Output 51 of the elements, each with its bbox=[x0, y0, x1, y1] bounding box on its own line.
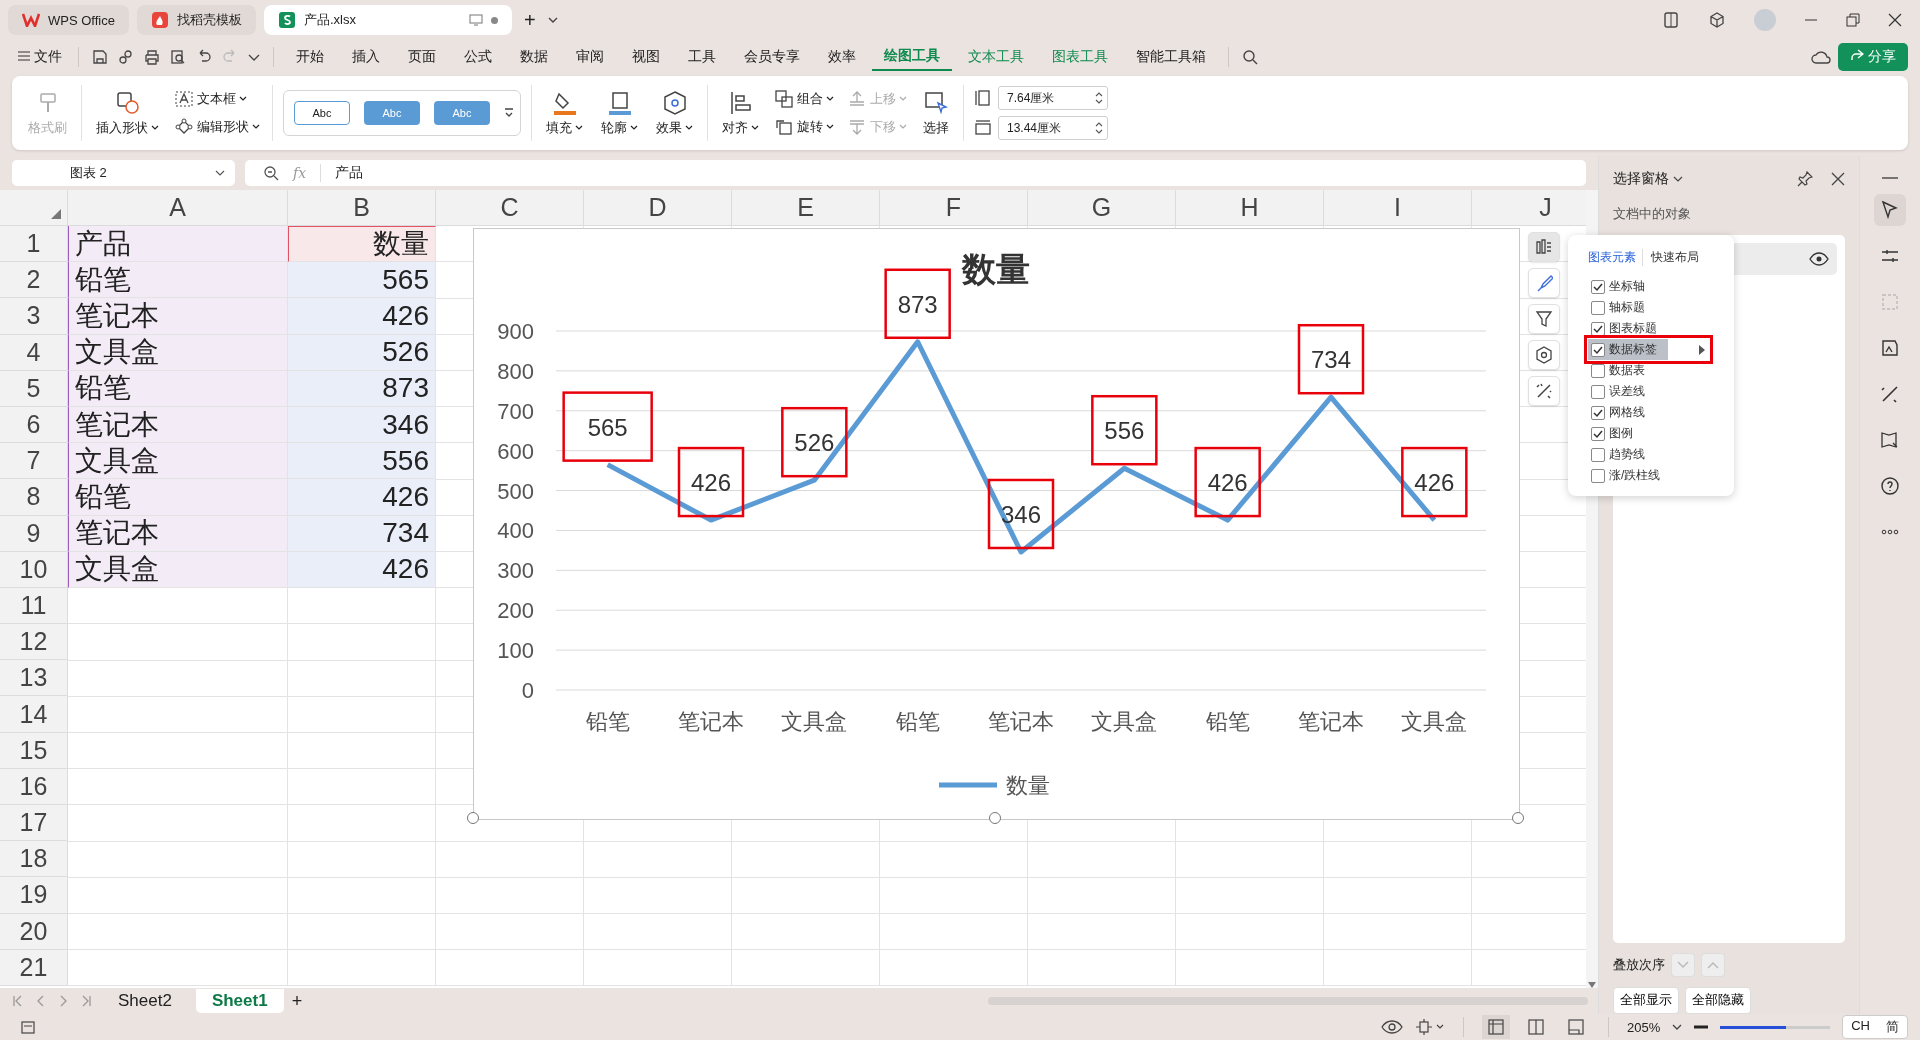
table-cell: 526 bbox=[288, 334, 436, 371]
order-label: 叠放次序 bbox=[1613, 956, 1665, 974]
axis-tick-label: 900 bbox=[497, 319, 534, 344]
table-cell: 556 bbox=[288, 443, 436, 480]
data-label: 734 bbox=[1311, 346, 1351, 374]
table-cell: 文具盒 bbox=[68, 551, 288, 588]
axis-tick-label: 500 bbox=[497, 478, 534, 504]
category-label: 文具盒 bbox=[1091, 709, 1158, 734]
table-cell: 565 bbox=[288, 262, 436, 299]
axis-tick-label: 400 bbox=[497, 518, 534, 544]
axis-tick-label: 800 bbox=[497, 358, 534, 384]
category-label: 文具盒 bbox=[1401, 709, 1468, 734]
category-label: 笔记本 bbox=[678, 709, 744, 734]
table-cell: 铅笔 bbox=[68, 370, 288, 407]
data-label: 873 bbox=[897, 290, 938, 318]
data-label: 556 bbox=[1104, 417, 1145, 445]
table-cell: 346 bbox=[288, 406, 436, 444]
data-label: 426 bbox=[1207, 469, 1248, 497]
axis-tick-label: 0 bbox=[521, 678, 534, 703]
table-cell: 文具盒 bbox=[68, 443, 288, 480]
section-label: 文档中的对象 bbox=[1613, 205, 1692, 223]
axis-tick-label: 100 bbox=[497, 638, 534, 664]
table-cell: 铅笔 bbox=[68, 479, 288, 516]
table-cell: 产品 bbox=[68, 226, 288, 263]
category-label: 笔记本 bbox=[988, 709, 1054, 734]
table-cell: 426 bbox=[288, 551, 436, 588]
category-label: 铅笔 bbox=[1205, 709, 1250, 734]
axis-tick-label: 600 bbox=[497, 438, 534, 464]
category-label: 笔记本 bbox=[1298, 709, 1364, 734]
data-label: 426 bbox=[1414, 469, 1455, 497]
table-cell: 文具盒 bbox=[68, 334, 288, 371]
data-label: 426 bbox=[691, 469, 731, 497]
table-cell: 426 bbox=[288, 298, 436, 335]
table-cell: 426 bbox=[288, 479, 436, 516]
chart-title: 数量 bbox=[962, 250, 1030, 288]
data-label: 526 bbox=[794, 429, 835, 457]
axis-tick-label: 700 bbox=[497, 398, 534, 424]
category-label: 文具盒 bbox=[781, 709, 848, 734]
category-label: 铅笔 bbox=[585, 709, 630, 734]
table-cell: 873 bbox=[288, 370, 436, 407]
axis-tick-label: 300 bbox=[497, 558, 534, 584]
category-label: 铅笔 bbox=[895, 709, 940, 734]
table-cell: 笔记本 bbox=[68, 515, 288, 552]
axis-tick-label: 200 bbox=[497, 598, 534, 624]
table-cell: 笔记本 bbox=[68, 298, 288, 335]
data-label: 565 bbox=[587, 413, 628, 441]
table-cell: 数量 bbox=[288, 226, 436, 263]
table-cell: 铅笔 bbox=[68, 262, 288, 299]
table-cell: 笔记本 bbox=[68, 406, 288, 444]
table-cell: 734 bbox=[288, 515, 436, 552]
legend-label: 数量 bbox=[1006, 773, 1050, 798]
